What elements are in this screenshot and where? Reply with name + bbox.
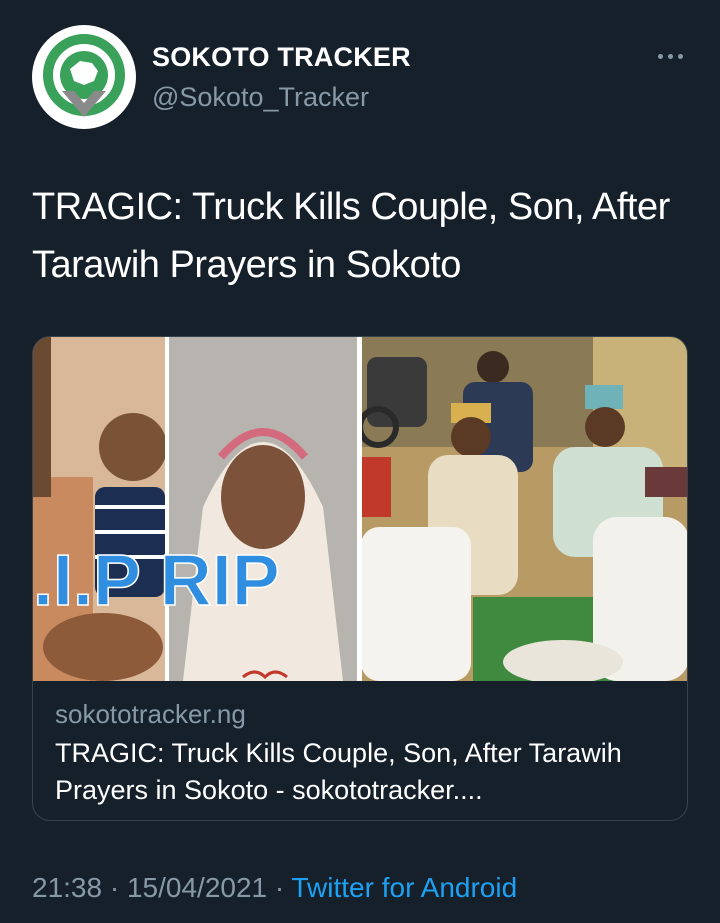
more-options-icon[interactable] (650, 44, 690, 68)
author-handle[interactable]: @Sokoto_Tracker (152, 82, 369, 113)
author-name[interactable]: SOKOTO TRACKER (152, 42, 411, 73)
avatar[interactable] (32, 25, 136, 129)
tweet-date[interactable]: 15/04/2021 (127, 872, 267, 903)
card-title: TRAGIC: Truck Kills Couple, Son, After T… (55, 738, 622, 805)
link-card[interactable]: .I.P RIP sokototracker.ng TRAGIC: Truck … (32, 336, 688, 821)
card-domain: sokototracker.ng (55, 699, 246, 729)
tweet-time[interactable]: 21:38 (32, 872, 102, 903)
tweet-source-link[interactable]: Twitter for Android (292, 872, 518, 903)
tweet: SOKOTO TRACKER @Sokoto_Tracker TRAGIC: T… (0, 0, 720, 923)
card-image-overlay-text: .I.P RIP (33, 541, 280, 621)
tweet-meta: 21:38 · 15/04/2021 · Twitter for Android (32, 872, 517, 904)
tweet-text: TRAGIC: Truck Kills Couple, Son, After T… (32, 186, 670, 286)
sokoto-tracker-logo (43, 34, 125, 117)
card-image: .I.P RIP (33, 337, 687, 681)
meta-separator: · (109, 872, 120, 903)
meta-separator: · (274, 872, 285, 903)
